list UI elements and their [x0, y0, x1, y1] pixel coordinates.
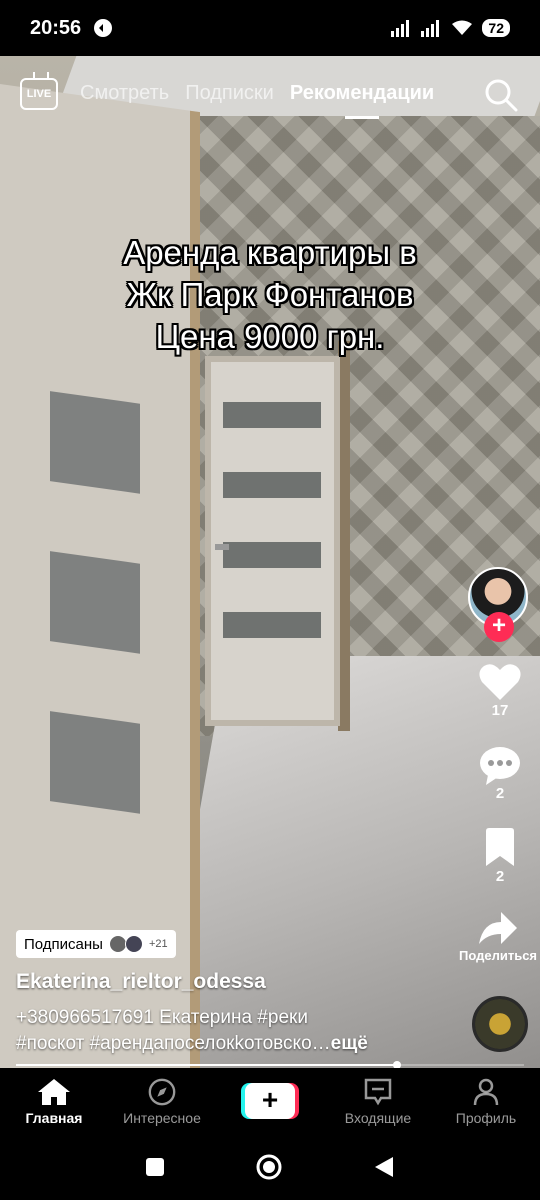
back-icon[interactable]: [373, 1156, 395, 1178]
home-icon: [38, 1078, 70, 1105]
top-nav: LIVE Смотреть Подписки Рекомендации: [0, 56, 540, 136]
door-glass: [223, 472, 321, 498]
nav-inbox-label: Входящие: [344, 1109, 412, 1126]
comment-count: 2: [495, 785, 505, 802]
create-icon[interactable]: +: [241, 1083, 299, 1119]
nav-profile[interactable]: Профиль: [436, 1077, 536, 1126]
nav-inbox[interactable]: Входящие: [328, 1077, 428, 1126]
save-action[interactable]: 2: [470, 828, 530, 885]
like-count: 17: [491, 702, 509, 719]
system-nav-bar: [0, 1134, 540, 1200]
post-description[interactable]: +380966517691 Екатерина #реки #поскот #а…: [16, 1005, 456, 1057]
recents-icon[interactable]: [145, 1157, 165, 1177]
door-pane: [50, 391, 140, 494]
progress-fill: [16, 1064, 397, 1066]
signal-icon-2: [421, 20, 440, 37]
share-action[interactable]: Поделиться: [456, 910, 540, 963]
nav-profile-label: Профиль: [455, 1109, 517, 1126]
compass-icon: [148, 1078, 176, 1105]
like-action[interactable]: 17: [470, 662, 530, 719]
description-line: #поскот #арендапоселокkотовско…: [16, 1033, 331, 1054]
door-glass: [223, 542, 321, 568]
heart-icon: [479, 664, 521, 700]
share-icon: [479, 912, 517, 944]
live-label: LIVE: [26, 88, 52, 100]
status-time: 20:56: [30, 16, 82, 39]
overlay-line: Жк Парк Фонтанов: [126, 276, 414, 313]
tab-watch[interactable]: Смотреть: [80, 82, 169, 105]
subscribed-label: Подписаны: [24, 935, 103, 953]
signal-icon: [391, 20, 410, 37]
wifi-icon: [452, 20, 473, 35]
music-disc[interactable]: [472, 996, 528, 1052]
tab-following[interactable]: Подписки: [185, 82, 274, 105]
video-progress-bar[interactable]: [16, 1061, 524, 1069]
profile-icon: [473, 1078, 499, 1105]
nav-home[interactable]: Главная: [4, 1077, 104, 1126]
description-line: +380966517691 Екатерина #реки: [16, 1007, 308, 1028]
bookmark-icon: [486, 828, 514, 866]
comment-action[interactable]: 2: [470, 745, 530, 802]
subscribed-badge[interactable]: Подписаны +21: [16, 930, 176, 958]
near-door: [0, 79, 200, 1068]
nav-discover-label: Интересное: [123, 1109, 201, 1126]
live-icon[interactable]: LIVE: [20, 78, 58, 110]
home-circle-icon[interactable]: [255, 1153, 283, 1181]
far-door: [205, 356, 340, 726]
comment-icon: [480, 747, 520, 785]
video-caption-overlay: Аренда квартиры в Жк Парк Фонтанов Цена …: [0, 232, 540, 358]
follower-avatar: [124, 935, 143, 953]
search-icon[interactable]: [484, 78, 518, 112]
author-name[interactable]: Ekaterina_rieltor_odessa: [16, 970, 266, 994]
door-pane: [50, 711, 140, 814]
save-count: 2: [495, 868, 505, 885]
bottom-nav: Главная Интересное + Входящие Профиль: [0, 1068, 540, 1134]
battery-indicator: 72: [482, 19, 510, 37]
overlay-line: Цена 9000 грн.: [155, 318, 385, 355]
notification-icon: [94, 19, 113, 37]
door-pane: [50, 551, 140, 654]
nav-discover[interactable]: Интересное: [112, 1077, 212, 1126]
tab-for-you[interactable]: Рекомендации: [290, 82, 434, 105]
status-bar: 20:56 72: [0, 0, 540, 56]
plus-icon: +: [245, 1083, 295, 1119]
nav-create[interactable]: +: [220, 1083, 320, 1119]
door-glass: [223, 612, 321, 638]
share-label: Поделиться: [458, 948, 538, 963]
nav-home-label: Главная: [25, 1109, 83, 1126]
door-glass: [223, 402, 321, 428]
subscribed-count: +21: [148, 938, 168, 950]
overlay-line: Аренда квартиры в: [123, 234, 417, 271]
more-link[interactable]: ещё: [331, 1033, 368, 1054]
door-handle: [215, 544, 229, 550]
follow-button[interactable]: +: [484, 612, 514, 642]
feed-tabs: Смотреть Подписки Рекомендации: [80, 82, 434, 105]
inbox-icon: [364, 1078, 392, 1105]
